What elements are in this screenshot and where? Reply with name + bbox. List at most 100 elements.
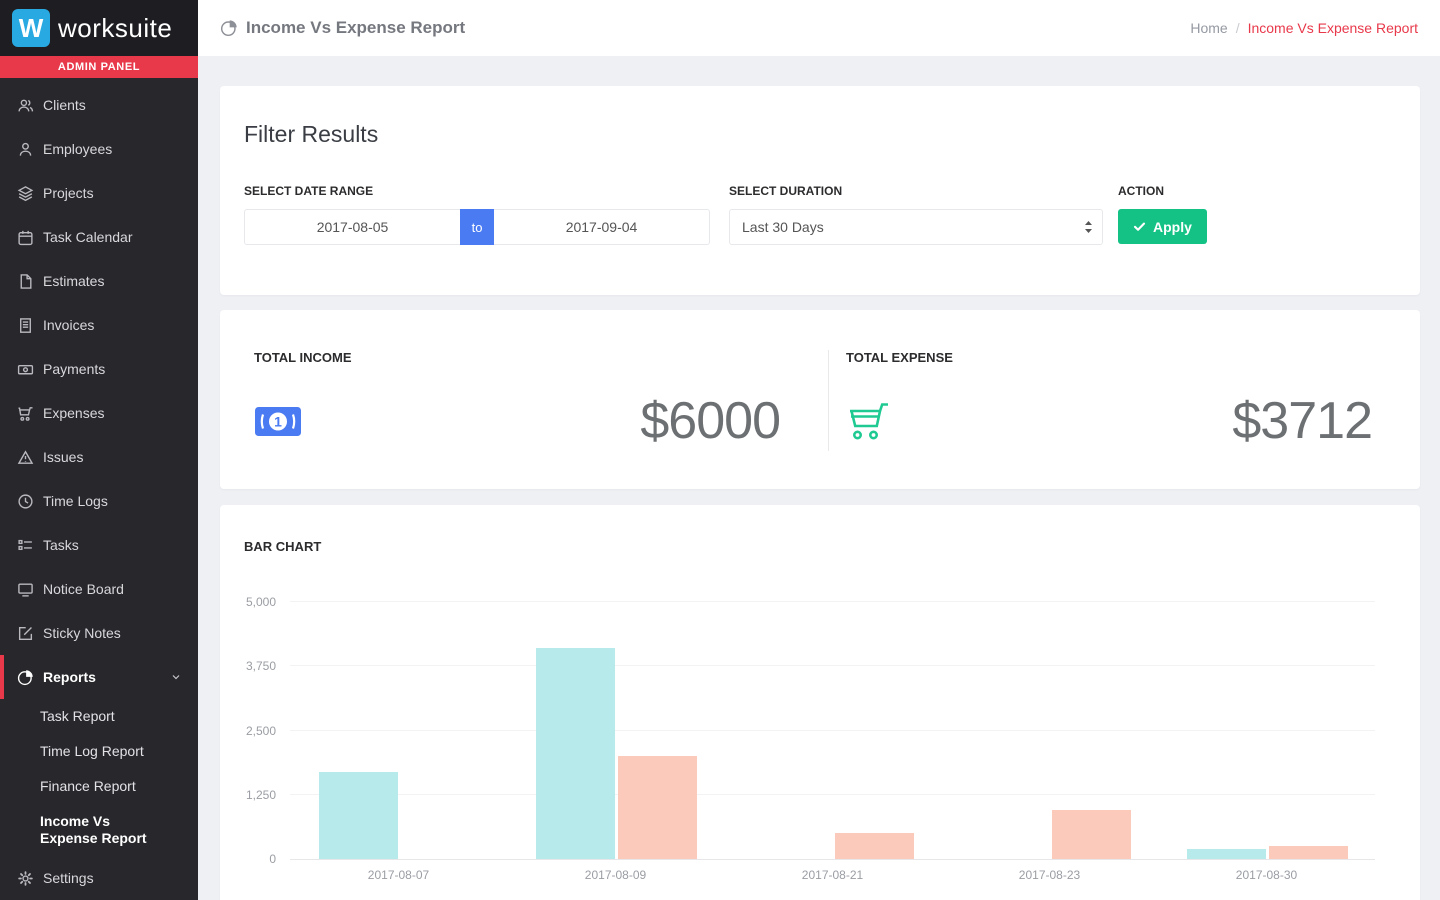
duration-select[interactable]: Last 30 Days: [729, 209, 1103, 245]
logo-w-icon: W: [12, 9, 50, 47]
to-badge: to: [460, 209, 494, 245]
gridline: [290, 601, 1375, 602]
sidebar-item-tasks[interactable]: Tasks: [0, 523, 198, 567]
totals-card: TOTAL INCOME 1 $6000 TOTAL E: [220, 310, 1420, 489]
apply-button-label: Apply: [1153, 219, 1192, 235]
warning-icon: [17, 449, 34, 466]
date-from-input[interactable]: [244, 209, 460, 245]
sidebar-item-task-report[interactable]: Task Report: [0, 699, 198, 734]
date-range-group: to: [244, 209, 710, 245]
sidebar-item-invoices[interactable]: Invoices: [0, 303, 198, 347]
note-icon: [17, 625, 34, 642]
sidebar-item-income-vs-expense-report[interactable]: Income Vs Expense Report: [0, 804, 176, 856]
list-icon: [17, 537, 34, 554]
total-expense-value: $3712: [1232, 391, 1372, 451]
gridline: [290, 794, 1375, 795]
sidebar-item-label: Employees: [43, 141, 112, 157]
sidebar-item-employees[interactable]: Employees: [0, 127, 198, 171]
sidebar-item-time-logs[interactable]: Time Logs: [0, 479, 198, 523]
reports-submenu: Task Report Time Log Report Finance Repo…: [0, 699, 198, 856]
breadcrumb: Home / Income Vs Expense Report: [1190, 20, 1418, 36]
y-axis-tick-label: 2,500: [246, 724, 276, 738]
cash-icon: 1: [254, 406, 302, 437]
x-axis-tick-label: 2017-08-09: [585, 868, 646, 882]
sidebar-item-label: Estimates: [43, 273, 104, 289]
sidebar-item-label: Invoices: [43, 317, 94, 333]
sidebar-item-label: Expenses: [43, 405, 104, 421]
date-range-label: SELECT DATE RANGE: [244, 184, 710, 198]
sidebar-item-label: Task Calendar: [43, 229, 133, 245]
sidebar-item-settings[interactable]: Settings: [0, 856, 198, 900]
sidebar-item-projects[interactable]: Projects: [0, 171, 198, 215]
sidebar-item-time-log-report[interactable]: Time Log Report: [0, 734, 198, 769]
pie-chart-icon: [220, 19, 238, 37]
sidebar-nav: Clients Employees Projects Task Calendar…: [0, 78, 198, 900]
sidebar-item-label: Clients: [43, 97, 86, 113]
y-axis-tick-label: 1,250: [246, 788, 276, 802]
y-axis-tick-label: 3,750: [246, 659, 276, 673]
cart-icon: [846, 400, 890, 442]
cash-icon: [17, 361, 34, 378]
sidebar-item-expenses[interactable]: Expenses: [0, 391, 198, 435]
sidebar: W worksuite ADMIN PANEL Clients Employee…: [0, 0, 198, 900]
y-axis-tick-label: 0: [269, 852, 276, 866]
bar-income: [1187, 849, 1266, 859]
x-axis-tick-label: 2017-08-21: [802, 868, 863, 882]
duration-label: SELECT DURATION: [729, 184, 1103, 198]
action-label: ACTION: [1118, 184, 1207, 198]
app-logo[interactable]: W worksuite: [0, 0, 198, 56]
sidebar-item-label: Notice Board: [43, 581, 124, 597]
sidebar-item-notice-board[interactable]: Notice Board: [0, 567, 198, 611]
gridline: [290, 665, 1375, 666]
breadcrumb-home-link[interactable]: Home: [1190, 20, 1227, 36]
total-expense-label: TOTAL EXPENSE: [846, 350, 1372, 365]
sidebar-item-clients[interactable]: Clients: [0, 83, 198, 127]
bar-income: [319, 772, 398, 859]
total-income-value: $6000: [640, 391, 780, 451]
bar-chart-section-label: BAR CHART: [244, 539, 1396, 554]
filter-results-card: Filter Results SELECT DATE RANGE to SELE…: [220, 86, 1420, 295]
sidebar-item-estimates[interactable]: Estimates: [0, 259, 198, 303]
total-expense-panel: TOTAL EXPENSE $3712: [828, 350, 1420, 451]
total-income-label: TOTAL INCOME: [254, 350, 780, 365]
cart-icon: [17, 405, 34, 422]
sidebar-item-issues[interactable]: Issues: [0, 435, 198, 479]
chevron-down-icon: [170, 671, 182, 683]
sidebar-item-label: Sticky Notes: [43, 625, 121, 641]
pie-chart-icon: [17, 669, 34, 686]
sidebar-item-reports[interactable]: Reports: [0, 655, 198, 699]
x-axis-tick-label: 2017-08-07: [368, 868, 429, 882]
filter-results-title: Filter Results: [244, 121, 1396, 148]
gridline: [290, 730, 1375, 731]
sidebar-item-task-calendar[interactable]: Task Calendar: [0, 215, 198, 259]
sidebar-item-label: Reports: [43, 669, 96, 685]
invoice-icon: [17, 317, 34, 334]
sidebar-item-finance-report[interactable]: Finance Report: [0, 769, 198, 804]
layers-icon: [17, 185, 34, 202]
date-to-input[interactable]: [494, 209, 710, 245]
sidebar-item-label: Payments: [43, 361, 105, 377]
breadcrumb-current: Income Vs Expense Report: [1248, 20, 1418, 36]
file-icon: [17, 273, 34, 290]
board-icon: [17, 581, 34, 598]
bar-expense: [1052, 810, 1131, 859]
apply-button[interactable]: Apply: [1118, 209, 1207, 244]
bar-expense: [618, 756, 697, 859]
page-content: Filter Results SELECT DATE RANGE to SELE…: [198, 56, 1440, 900]
top-header: Income Vs Expense Report Home / Income V…: [198, 0, 1440, 56]
gear-icon: [17, 870, 34, 887]
bar-chart-card: BAR CHART 0 1,250 2,500 3,750 5,000 2017-08-0…: [220, 505, 1420, 900]
sidebar-item-label: Issues: [43, 449, 83, 465]
users-icon: [17, 97, 34, 114]
bar-income: [536, 648, 615, 859]
bar-expense: [1269, 846, 1348, 859]
x-axis-tick-label: 2017-08-30: [1236, 868, 1297, 882]
breadcrumb-separator: /: [1236, 20, 1240, 36]
x-axis-tick-label: 2017-08-23: [1019, 868, 1080, 882]
bar-expense: [835, 833, 914, 859]
sidebar-item-label: Settings: [43, 870, 94, 886]
sidebar-item-sticky-notes[interactable]: Sticky Notes: [0, 611, 198, 655]
sidebar-item-payments[interactable]: Payments: [0, 347, 198, 391]
total-income-panel: TOTAL INCOME 1 $6000: [220, 350, 828, 451]
y-axis-tick-label: 5,000: [246, 595, 276, 609]
